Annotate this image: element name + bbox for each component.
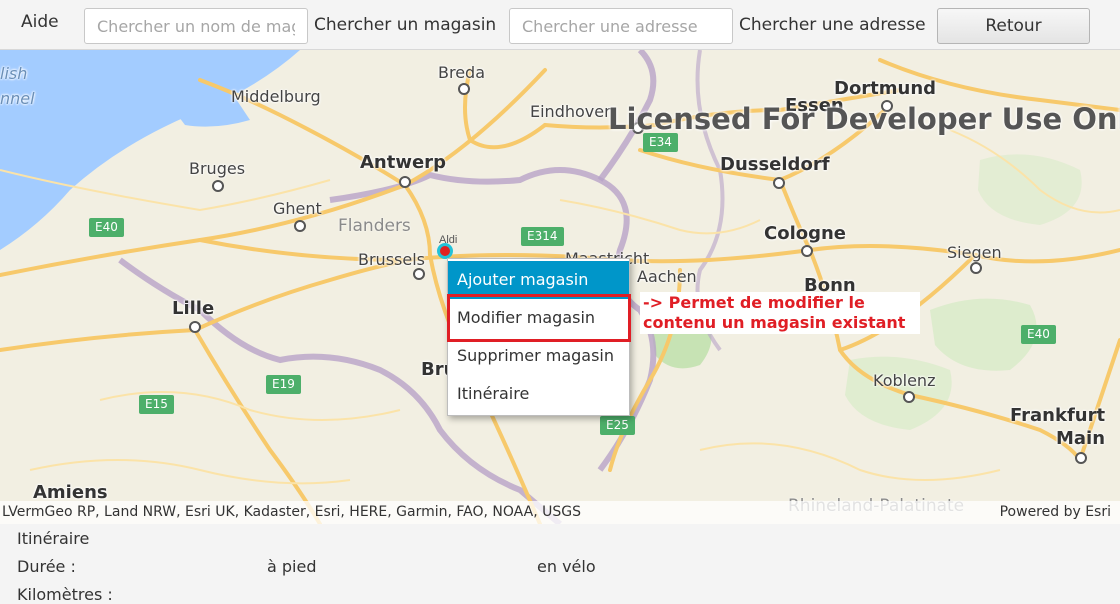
store-marker-icon[interactable] [437, 243, 453, 259]
road-shield-e40-east: E40 [1021, 325, 1056, 344]
road-shield-e40-west: E40 [89, 218, 124, 237]
city-dot-siegen [970, 262, 982, 274]
help-button[interactable]: Aide [21, 12, 59, 32]
annotation-line-2: contenu un magasin existant [643, 313, 906, 332]
address-search-label: Chercher une adresse [739, 15, 926, 35]
road-shield-e25: E25 [600, 416, 635, 435]
kilometers-label: Kilomètres : [17, 585, 113, 604]
annotation-line-1: -> Permet de modifier le [643, 293, 865, 312]
back-button[interactable]: Retour [937, 8, 1090, 44]
city-label-main: Main [1056, 428, 1106, 449]
city-label-lille: Lille [172, 298, 215, 319]
menu-item-itinerary[interactable]: Itinéraire [448, 375, 629, 413]
store-search-label: Chercher un magasin [314, 15, 497, 35]
city-dot-bruges [212, 180, 224, 192]
city-label-middelburg: Middelburg [231, 87, 321, 106]
city-label-antwerp: Antwerp [360, 152, 446, 173]
cycling-label: en vélo [537, 557, 596, 576]
annotation-callout: -> Permet de modifier le contenu un maga… [640, 292, 920, 334]
map-attribution: LVermGeo RP, Land NRW, Esri UK, Kadaster… [0, 501, 1120, 524]
city-label-breda: Breda [438, 63, 486, 82]
walking-label: à pied [267, 557, 317, 576]
developer-watermark: Licensed For Developer Use Only [608, 102, 1120, 136]
powered-by-esri[interactable]: Powered by Esri [1000, 504, 1111, 520]
city-label-dortmund: Dortmund [834, 78, 937, 99]
city-dot-breda [458, 83, 470, 95]
toolbar: Aide Chercher un magasin Chercher une ad… [0, 0, 1120, 50]
city-dot-cologne [801, 245, 813, 257]
city-dot-koblenz [903, 391, 915, 403]
annotation-highlight-box [447, 294, 631, 342]
city-label-bruges: Bruges [189, 159, 246, 178]
city-label-channel: nnel [0, 89, 35, 108]
city-label-english: lish [0, 64, 28, 83]
road-shield-e314: E314 [521, 227, 564, 246]
city-label-koblenz: Koblenz [873, 371, 936, 390]
city-dot-ghent [294, 220, 306, 232]
city-label-dusseldorf: Dusseldorf [720, 154, 830, 175]
city-dot-brussels [413, 268, 425, 280]
duration-label: Durée : [17, 557, 76, 576]
city-label-cologne: Cologne [764, 223, 847, 244]
itinerary-panel: Itinéraire Durée : à pied en vélo Kilomè… [0, 524, 1120, 604]
city-label-amiens: Amiens [33, 482, 108, 503]
region-label-flanders: Flanders [338, 216, 411, 236]
city-dot-dusseldorf [773, 177, 785, 189]
city-dot-antwerp [399, 176, 411, 188]
city-label-aachen: Aachen [637, 267, 697, 286]
road-shield-e15: E15 [139, 395, 174, 414]
city-label-frankfurt: Frankfurt [1010, 405, 1106, 426]
city-label-siegen: Siegen [947, 243, 1002, 262]
city-dot-lille [189, 321, 201, 333]
address-search-input[interactable] [509, 8, 733, 44]
city-label-ghent: Ghent [273, 199, 322, 218]
menu-item-delete-store[interactable]: Supprimer magasin [448, 337, 629, 375]
store-search-input[interactable] [84, 8, 308, 44]
itinerary-title: Itinéraire [17, 529, 90, 548]
city-dot-frankfurt [1075, 452, 1087, 464]
city-label-eindhoven: Eindhoven [530, 102, 615, 121]
attribution-text: LVermGeo RP, Land NRW, Esri UK, Kadaster… [2, 504, 581, 520]
city-label-brussels: Brussels [358, 250, 425, 269]
road-shield-e19: E19 [266, 375, 301, 394]
